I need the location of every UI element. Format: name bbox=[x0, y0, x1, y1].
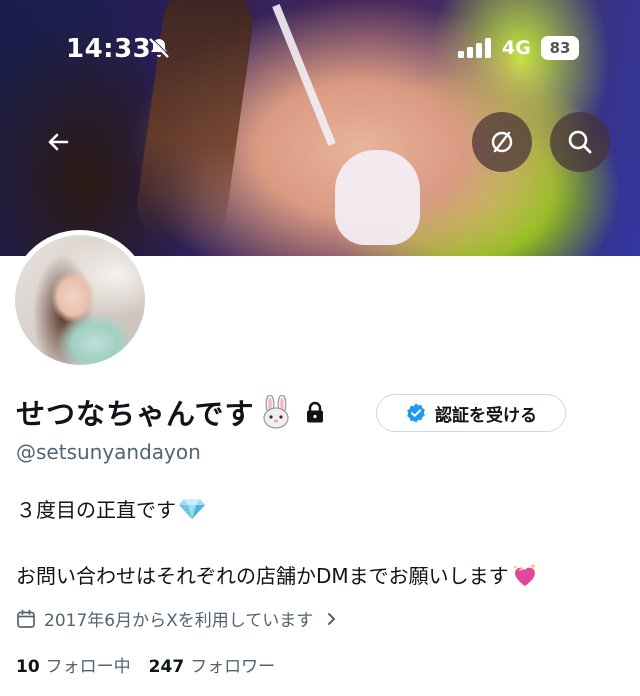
gem-icon bbox=[179, 498, 205, 519]
lock-icon bbox=[306, 401, 323, 423]
sparkling-heart-icon bbox=[512, 562, 536, 586]
follow-stats: 10 フォロー中 247 フォロワー bbox=[16, 652, 275, 677]
status-time: 14:33 bbox=[66, 34, 152, 64]
get-verified-label: 認証を受ける bbox=[435, 405, 537, 426]
followers-link[interactable]: 247 フォロワー bbox=[149, 652, 276, 677]
bio-line-2: お問い合わせはそれぞれの店舗かDMまでお願いします bbox=[16, 560, 539, 589]
rabbit-face-icon bbox=[263, 395, 289, 429]
search-button[interactable] bbox=[550, 112, 610, 172]
cellular-signal-icon bbox=[458, 38, 491, 58]
search-icon bbox=[568, 130, 592, 154]
followers-label: フォロワー bbox=[190, 657, 276, 677]
profile-name-row: せつなちゃんです bbox=[16, 390, 325, 434]
back-arrow-icon bbox=[48, 133, 69, 151]
verified-badge-icon bbox=[407, 403, 425, 423]
back-button[interactable] bbox=[28, 112, 88, 172]
calendar-icon bbox=[17, 609, 35, 628]
status-bar: 14:33 4G 83 bbox=[0, 0, 640, 96]
banner-detail bbox=[335, 150, 420, 245]
display-name: せつなちゃんです bbox=[16, 397, 255, 431]
followers-count: 247 bbox=[148, 657, 185, 677]
following-count: 10 bbox=[16, 657, 40, 677]
battery-indicator: 83 bbox=[541, 36, 579, 60]
user-handle: @setsunyandayon bbox=[16, 440, 201, 464]
following-link[interactable]: 10 フォロー中 bbox=[16, 652, 131, 677]
network-type: 4G bbox=[502, 37, 531, 59]
get-verified-button[interactable]: 認証を受ける bbox=[376, 394, 566, 432]
following-label: フォロー中 bbox=[45, 657, 131, 677]
bio-text-2: お問い合わせはそれぞれの店舗かDMまでお願いします bbox=[16, 564, 509, 588]
block-button[interactable] bbox=[472, 112, 532, 172]
avatar[interactable] bbox=[10, 230, 150, 370]
joined-date-text: 2017年6月からXを利用しています bbox=[44, 611, 314, 631]
block-icon bbox=[491, 131, 513, 153]
chevron-right-icon bbox=[328, 612, 336, 625]
bell-muted-icon bbox=[149, 37, 170, 58]
joined-date-link[interactable]: 2017年6月からXを利用しています bbox=[16, 606, 339, 631]
bio-text-1: ３度目の正直です bbox=[16, 498, 176, 522]
bio-line-1: ３度目の正直です bbox=[16, 494, 206, 523]
